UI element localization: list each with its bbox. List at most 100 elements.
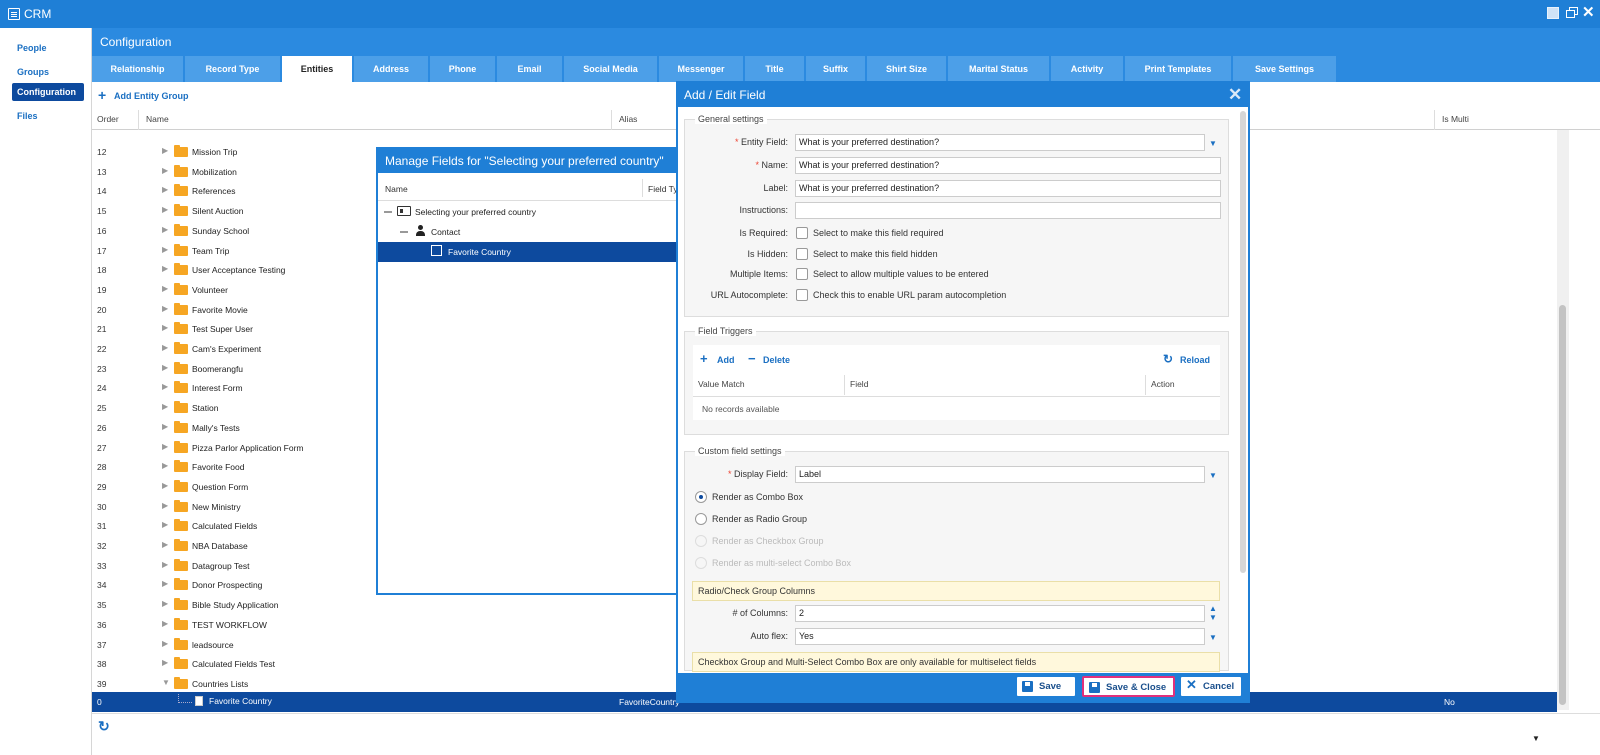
column-header-order[interactable]: Order (97, 114, 119, 124)
tab-title[interactable]: Title (745, 56, 805, 82)
column-header-value-match[interactable]: Value Match (698, 379, 745, 389)
is-hidden-checkbox[interactable] (796, 248, 808, 260)
expand-arrow-icon[interactable]: ▶ (162, 304, 168, 313)
column-divider[interactable] (1434, 110, 1435, 130)
add-icon[interactable]: + (700, 351, 708, 366)
collapse-icon[interactable] (384, 211, 392, 213)
expand-arrow-icon[interactable]: ▶ (162, 264, 168, 273)
name-field[interactable]: What is your preferred destination? (795, 157, 1221, 174)
sidebar-item-groups[interactable]: Groups (12, 63, 84, 81)
expand-arrow-icon[interactable]: ▶ (162, 245, 168, 254)
dropdown-arrow-icon[interactable]: ▼ (1209, 139, 1217, 148)
expand-arrow-icon[interactable]: ▶ (162, 382, 168, 391)
reload-icon[interactable]: ↻ (1163, 352, 1173, 366)
auto-flex-select[interactable]: Yes (795, 628, 1205, 645)
refresh-icon[interactable]: ↻ (98, 718, 110, 735)
expand-arrow-icon[interactable]: ▶ (162, 284, 168, 293)
tab-email[interactable]: Email (497, 56, 563, 82)
column-divider[interactable] (1145, 375, 1146, 395)
display-field-select[interactable]: Label (795, 466, 1205, 483)
save-close-button[interactable]: Save & Close (1082, 676, 1175, 697)
tab-save-settings[interactable]: Save Settings (1233, 56, 1337, 82)
multiple-items-checkbox[interactable] (796, 268, 808, 280)
close-window-icon[interactable]: ✕ (1582, 5, 1595, 20)
add-edit-field-title[interactable]: Add / Edit Field (678, 83, 1248, 107)
expand-arrow-icon[interactable]: ▶ (162, 422, 168, 431)
tab-record-type[interactable]: Record Type (185, 56, 281, 82)
collapse-arrow-icon[interactable]: ▼ (162, 678, 170, 687)
expand-arrow-icon[interactable]: ▶ (162, 639, 168, 648)
restore-window-icon[interactable] (1566, 7, 1578, 19)
sidebar-item-people[interactable]: People (12, 39, 84, 57)
column-divider[interactable] (611, 110, 612, 130)
radio-radio-group[interactable] (695, 513, 707, 525)
expand-arrow-icon[interactable]: ▶ (162, 225, 168, 234)
expand-arrow-icon[interactable]: ▶ (162, 461, 168, 470)
expand-arrow-icon[interactable]: ▶ (162, 619, 168, 628)
expand-arrow-icon[interactable]: ▶ (162, 599, 168, 608)
column-header-alias[interactable]: Alias (619, 114, 637, 124)
add-icon[interactable]: + (98, 87, 106, 103)
expand-arrow-icon[interactable]: ▶ (162, 520, 168, 529)
tab-shirt-size[interactable]: Shirt Size (867, 56, 947, 82)
tab-activity[interactable]: Activity (1051, 56, 1124, 82)
tab-phone[interactable]: Phone (430, 56, 496, 82)
url-autocomplete-checkbox[interactable] (796, 289, 808, 301)
entity-field-select[interactable]: What is your preferred destination? (795, 134, 1205, 151)
expand-arrow-icon[interactable]: ▶ (162, 185, 168, 194)
label-field[interactable]: What is your preferred destination? (795, 180, 1221, 197)
expand-arrow-icon[interactable]: ▶ (162, 402, 168, 411)
expand-arrow-icon[interactable]: ▶ (162, 579, 168, 588)
add-entity-group-button[interactable]: Add Entity Group (114, 91, 189, 101)
dropdown-arrow-icon[interactable]: ▼ (1209, 633, 1217, 642)
expand-arrow-icon[interactable]: ▶ (162, 560, 168, 569)
expand-arrow-icon[interactable]: ▶ (162, 540, 168, 549)
is-required-checkbox[interactable] (796, 227, 808, 239)
expand-arrow-icon[interactable]: ▶ (162, 658, 168, 667)
expand-arrow-icon[interactable]: ▶ (162, 343, 168, 352)
save-button[interactable]: Save (1016, 676, 1076, 697)
expand-arrow-icon[interactable]: ▶ (162, 166, 168, 175)
expand-arrow-icon[interactable]: ▶ (162, 323, 168, 332)
column-header-name[interactable]: Name (146, 114, 169, 124)
collapse-icon[interactable] (400, 231, 408, 233)
column-header-action[interactable]: Action (1151, 379, 1175, 389)
expand-arrow-icon[interactable]: ▶ (162, 146, 168, 155)
scrollbar-thumb[interactable] (1559, 305, 1566, 705)
tree-node-field-selected[interactable]: Favorite Country (378, 242, 678, 262)
num-columns-stepper[interactable]: 2 (795, 605, 1205, 622)
grid-scrollbar[interactable] (1557, 130, 1569, 710)
radio-combo-box[interactable] (695, 491, 707, 503)
tree-node-entity[interactable]: Selecting your preferred country (378, 202, 678, 222)
sidebar-item-files[interactable]: Files (12, 107, 84, 125)
expand-arrow-icon[interactable]: ▶ (162, 363, 168, 372)
manage-fields-title[interactable]: Manage Fields for "Selecting your prefer… (378, 149, 678, 173)
instructions-field[interactable] (795, 202, 1221, 219)
tree-node-contact[interactable]: Contact (378, 222, 678, 242)
tab-messenger[interactable]: Messenger (659, 56, 744, 82)
spin-down-icon[interactable]: ▼ (1209, 614, 1217, 622)
column-header-name[interactable]: Name (385, 184, 408, 194)
tab-address[interactable]: Address (354, 56, 429, 82)
minimize-window-icon[interactable] (1547, 7, 1559, 19)
expand-arrow-icon[interactable]: ▶ (162, 205, 168, 214)
tab-suffix[interactable]: Suffix (806, 56, 866, 82)
cancel-button[interactable]: ✕ Cancel (1180, 676, 1242, 697)
reload-button[interactable]: Reload (1180, 355, 1210, 365)
column-divider[interactable] (642, 179, 643, 197)
expand-arrow-icon[interactable]: ▶ (162, 501, 168, 510)
tab-print-templates[interactable]: Print Templates (1125, 56, 1232, 82)
expand-arrow-icon[interactable]: ▶ (162, 481, 168, 490)
dropdown-arrow-icon[interactable]: ▼ (1209, 471, 1217, 480)
tab-marital-status[interactable]: Marital Status (948, 56, 1050, 82)
dialog-scrollbar-thumb[interactable] (1240, 111, 1246, 573)
tab-relationship[interactable]: Relationship (92, 56, 184, 82)
column-header-is-multi[interactable]: Is Multi (1442, 114, 1469, 124)
column-divider[interactable] (138, 110, 139, 130)
column-header-field[interactable]: Field (850, 379, 868, 389)
add-trigger-button[interactable]: Add (717, 355, 735, 365)
delete-trigger-button[interactable]: Delete (763, 355, 790, 365)
tab-social-media[interactable]: Social Media (564, 56, 658, 82)
sidebar-item-configuration[interactable]: Configuration (12, 83, 84, 101)
column-divider[interactable] (844, 375, 845, 395)
